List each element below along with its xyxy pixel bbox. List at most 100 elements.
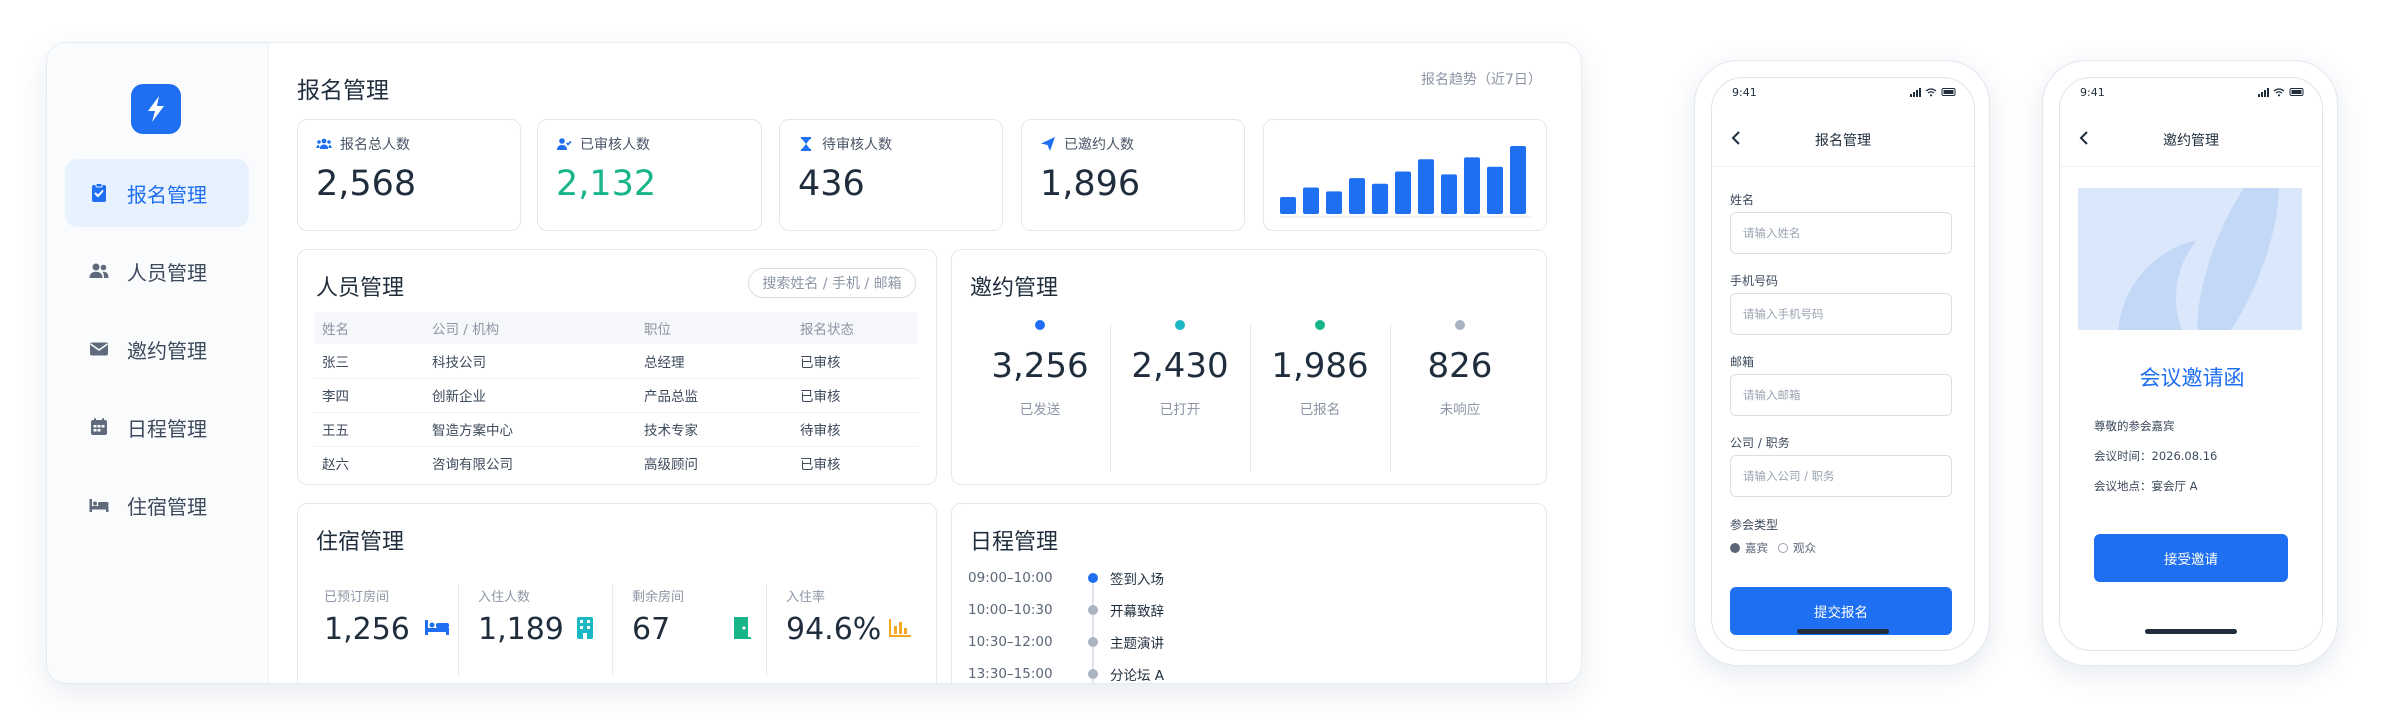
schedule-time: 10:30–12:00 (968, 634, 1053, 650)
timeline-dot (1088, 573, 1098, 583)
table-row[interactable]: 李四 创新企业 产品总监 已审核 (314, 378, 918, 413)
schedule-item[interactable]: 09:00–10:00 签到入场 (968, 568, 1164, 588)
submit-button[interactable]: 提交报名 (1730, 587, 1952, 635)
trend-bar (1349, 178, 1365, 214)
schedule-label: 开幕致辞 (1110, 604, 1164, 620)
stat-label: 待审核人数 (822, 137, 892, 153)
schedule-card: 日程管理 09:00–10:00 签到入场 10:00–10:30 开幕致辞 1… (951, 503, 1547, 684)
calendar-icon (91, 418, 107, 435)
stat-value: 436 (798, 164, 865, 204)
stat-label: 已审核人数 (580, 137, 650, 153)
phone-field[interactable]: 请输入手机号码 (1730, 293, 1952, 335)
status-badge: 待审核 (792, 412, 918, 447)
accommodation-stat-booked: 已预订房间 1,256 (324, 586, 452, 668)
search-input[interactable]: 搜索姓名 / 手机 / 邮箱 (748, 268, 916, 298)
phone-screen: 9:41 邀约管理 会议邀请函 尊敬的参会嘉宾 会议时间：2026.08.16 … (2059, 77, 2323, 651)
column-header: 职位 (636, 312, 792, 344)
accommodation-value: 1,189 (478, 612, 564, 647)
trend-bar (1280, 197, 1296, 214)
sidebar-item-label: 住宿管理 (127, 494, 207, 519)
people-table: 姓名 公司 / 机构 职位 报名状态 张三 科技公司 总经理 已审核 李四 创新… (314, 312, 918, 480)
cell-position: 技术专家 (636, 412, 792, 447)
invitation-heading: 会议邀请函 (2139, 366, 2245, 390)
screen-title: 邀约管理 (2163, 133, 2219, 149)
people-icon (89, 263, 109, 278)
schedule-item[interactable]: 10:30–12:00 主题演讲 (968, 632, 1164, 652)
invitation-value: 2,430 (1131, 346, 1229, 386)
invitation-label: 已发送 (1019, 402, 1061, 418)
lightning-icon (148, 96, 164, 122)
stat-card-total: 报名总人数 2,568 (297, 119, 521, 231)
cell-company: 智造方案中心 (424, 412, 636, 447)
accommodation-label: 入住人数 (478, 590, 531, 605)
column-header: 公司 / 机构 (424, 312, 636, 344)
cell-name: 张三 (314, 344, 424, 379)
section-title: 日程管理 (970, 530, 1059, 555)
trend-bar (1395, 171, 1411, 214)
sidebar-item-accommodation[interactable]: 住宿管理 (65, 471, 249, 539)
column-header: 姓名 (314, 312, 424, 344)
stat-value: 2,132 (556, 164, 657, 204)
status-bar-time: 9:41 (1732, 86, 1757, 99)
status-badge: 已审核 (792, 378, 918, 413)
admin-window: 报名管理 人员管理 邀约管理 日程管理 住宿管理 报名管理 报名趋势（近7日） … (46, 42, 1582, 684)
schedule-label: 分论坛 A (1110, 668, 1165, 684)
sidebar-item-registration[interactable]: 报名管理 (65, 159, 249, 227)
sidebar-item-schedule[interactable]: 日程管理 (65, 393, 249, 461)
cell-position: 高级顾问 (644, 457, 698, 474)
table-row[interactable]: 张三 科技公司 总经理 已审核 (314, 344, 918, 379)
schedule-label: 签到入场 (1110, 572, 1164, 588)
schedule-item[interactable]: 13:30–15:00 分论坛 A (968, 664, 1165, 684)
app-logo (131, 84, 181, 134)
trend-bar (1418, 159, 1434, 214)
invitation-label: 已报名 (1299, 402, 1341, 418)
accommodation-card: 住宿管理 已预订房间 1,256 入住人数 1,189 剩余房间 67 入住率 … (297, 503, 937, 683)
trend-bar (1510, 146, 1526, 214)
trend-bar (1441, 174, 1457, 214)
schedule-time: 13:30–15:00 (968, 666, 1053, 682)
radio-audience[interactable] (1778, 543, 1788, 553)
sidebar-item-invitations[interactable]: 邀约管理 (65, 315, 249, 383)
name-field[interactable]: 请输入姓名 (1730, 212, 1952, 254)
status-bar-icons (1910, 88, 1956, 97)
schedule-time: 10:00–10:30 (968, 602, 1053, 618)
status-dot (1035, 320, 1045, 330)
stat-label: 已邀约人数 (1064, 137, 1134, 153)
radio-guest[interactable] (1730, 543, 1740, 553)
schedule-time: 09:00–10:00 (968, 570, 1053, 586)
section-title: 邀约管理 (970, 276, 1059, 301)
trend-bar-chart (1280, 146, 1532, 218)
company-field[interactable]: 请输入公司 / 职务 (1730, 455, 1952, 497)
status-bar-icons (2258, 88, 2304, 97)
table-row[interactable]: 赵六 咨询有限公司 高级顾问 已审核 (314, 446, 918, 480)
send-icon (1041, 137, 1055, 151)
email-field[interactable]: 请输入邮箱 (1730, 374, 1952, 416)
trend-label: 报名趋势（近7日） (1421, 72, 1542, 88)
building-icon (577, 617, 593, 639)
envelope-icon (90, 342, 108, 356)
trend-bar (1326, 191, 1342, 214)
section-title: 人员管理 (316, 276, 405, 301)
bed-icon (425, 620, 449, 635)
cell-name: 李四 (314, 378, 424, 413)
schedule-item[interactable]: 10:00–10:30 开幕致辞 (968, 600, 1164, 620)
accommodation-value: 67 (632, 612, 671, 647)
radio-label: 嘉宾 (1745, 541, 1768, 555)
stat-card-pending: 待审核人数 436 (779, 119, 1003, 231)
status-bar-time: 9:41 (2080, 86, 2105, 99)
field-label: 姓名 (1730, 193, 1755, 207)
accommodation-stat-rate: 入住率 94.6% (786, 586, 926, 668)
cell-name: 赵六 (322, 457, 349, 474)
divider (612, 584, 613, 676)
stat-card-invited: 已邀约人数 1,896 (1021, 119, 1245, 231)
group-icon (316, 138, 332, 149)
sidebar-item-people[interactable]: 人员管理 (65, 237, 249, 305)
accept-invitation-button[interactable]: 接受邀请 (2094, 534, 2288, 582)
timeline-dot (1088, 637, 1098, 647)
bed-icon (89, 499, 109, 512)
table-row[interactable]: 王五 智造方案中心 技术专家 待审核 (314, 412, 918, 447)
status-dot (1175, 320, 1185, 330)
invitations-card: 邀约管理 3,256 已发送 2,430 已打开 1,986 已报名 826 未… (951, 249, 1547, 485)
stat-card-approved: 已审核人数 2,132 (537, 119, 762, 231)
timeline-dot (1088, 605, 1098, 615)
